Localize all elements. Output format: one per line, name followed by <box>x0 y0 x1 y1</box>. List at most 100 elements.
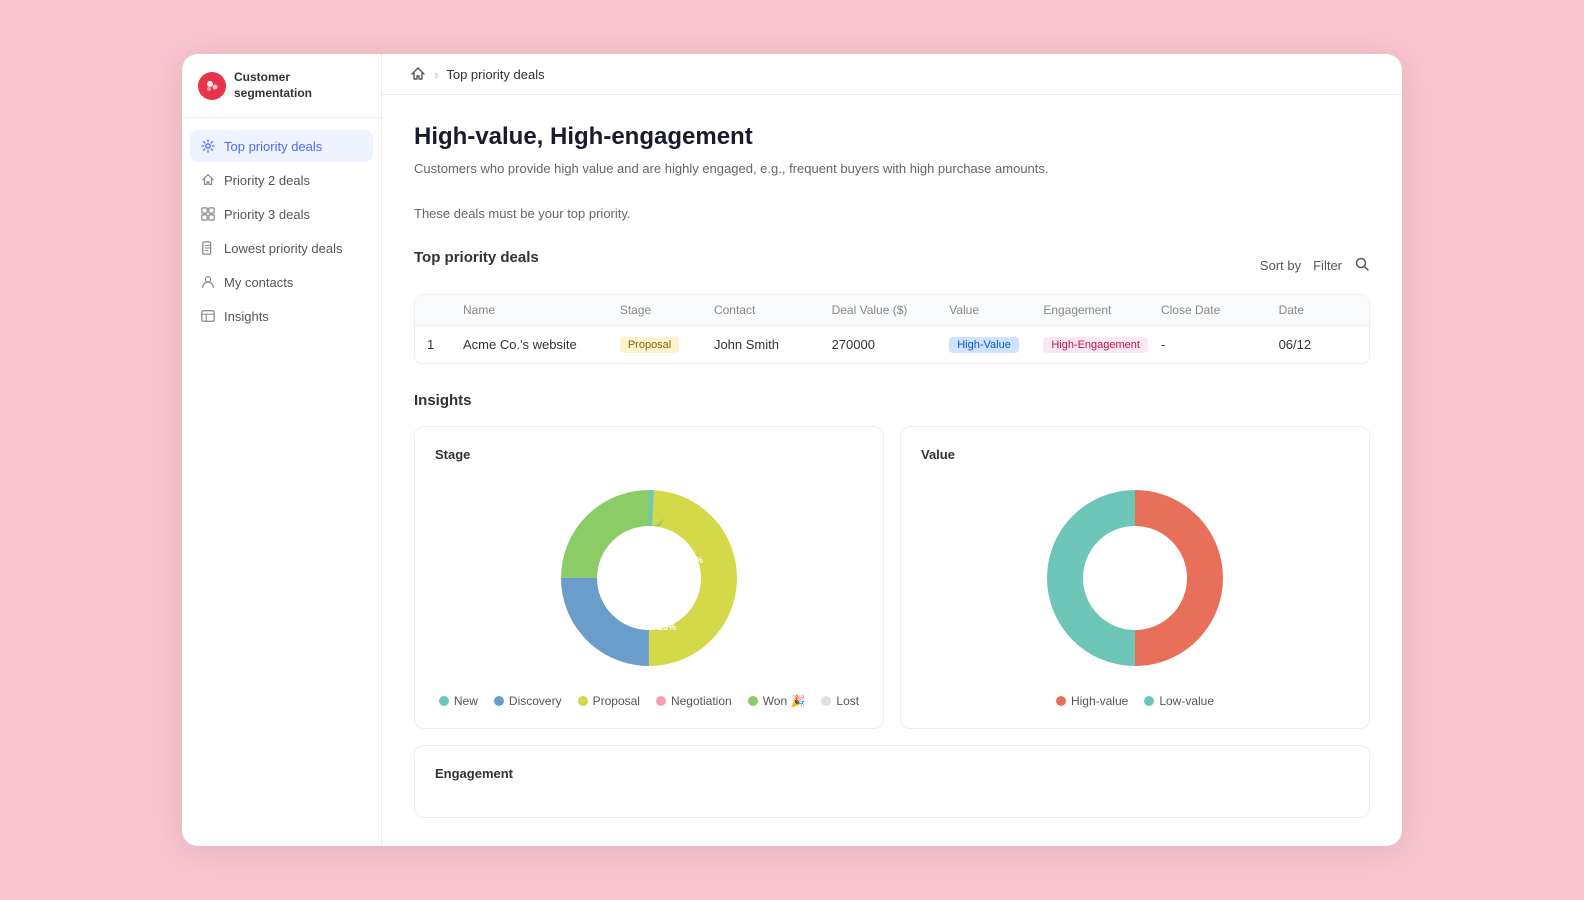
nav-label-priority2: Priority 2 deals <box>224 173 310 188</box>
page-title: High-value, High-engagement <box>414 123 1370 151</box>
page-description-line1: Customers who provide high value and are… <box>414 159 1370 180</box>
legend-proposal: Proposal <box>578 694 640 708</box>
nav-label-top-priority: Top priority deals <box>224 139 322 154</box>
engagement-chart-card: Engagement <box>414 745 1370 818</box>
sidebar-nav: Top priority deals Priority 2 deals <box>182 130 381 830</box>
legend-high-value: High-value <box>1056 694 1128 708</box>
legend-dot-negotiation <box>656 696 666 706</box>
main-content: High-value, High-engagement Customers wh… <box>382 95 1402 846</box>
table-icon <box>200 308 216 324</box>
stage-badge: Proposal <box>620 337 679 353</box>
col-close-date: Close Date <box>1161 303 1279 317</box>
logo-title-line1: Customer <box>234 70 312 86</box>
stage-chart-title: Stage <box>435 447 863 462</box>
breadcrumb-separator: › <box>434 67 438 82</box>
stage-label-discovery: 25% <box>685 555 703 565</box>
row-value: High-Value <box>949 336 1043 353</box>
main-header: › Top priority deals <box>382 54 1402 96</box>
col-index <box>427 303 463 317</box>
legend-label-proposal: Proposal <box>593 694 640 708</box>
sidebar-item-priority2[interactable]: Priority 2 deals <box>190 164 373 196</box>
row-contact: John Smith <box>714 337 832 352</box>
sidebar-logo: Customer segmentation <box>182 70 381 118</box>
row-date: 06/12 <box>1279 337 1357 352</box>
logo-icon <box>198 72 226 100</box>
legend-label-high-value: High-value <box>1071 694 1128 708</box>
row-stage: Proposal <box>620 336 714 353</box>
legend-label-won: Won 🎉 <box>763 694 806 708</box>
row-index: 1 <box>427 337 463 352</box>
sidebar-item-lowest-priority[interactable]: Lowest priority deals <box>190 232 373 264</box>
value-donut-svg: 50% 50% <box>1035 478 1235 678</box>
col-value: Value <box>949 303 1043 317</box>
col-date: Date <box>1279 303 1357 317</box>
legend-label-low-value: Low-value <box>1159 694 1214 708</box>
legend-dot-lost <box>821 696 831 706</box>
engagement-chart-title: Engagement <box>435 766 1349 781</box>
stage-chart-card: Stage <box>414 426 884 729</box>
breadcrumb-home[interactable] <box>410 66 426 83</box>
engagement-badge: High-Engagement <box>1043 337 1148 353</box>
settings-icon <box>200 138 216 154</box>
sidebar-item-top-priority[interactable]: Top priority deals <box>190 130 373 162</box>
col-contact: Contact <box>714 303 832 317</box>
filter-button[interactable]: Filter <box>1313 258 1342 273</box>
legend-lost: Lost <box>821 694 859 708</box>
sort-by-button[interactable]: Sort by <box>1260 258 1301 273</box>
sidebar-item-my-contacts[interactable]: My contacts <box>190 266 373 298</box>
nav-label-insights: Insights <box>224 309 269 324</box>
stage-donut-svg: 0% 25% 50% 25% <box>549 478 749 678</box>
row-name: Acme Co.'s website <box>463 337 620 352</box>
stage-label-won: 25% <box>658 622 676 632</box>
col-stage: Stage <box>620 303 714 317</box>
stage-label-proposal: 50% <box>600 570 618 580</box>
breadcrumb-current: Top priority deals <box>446 67 544 82</box>
sidebar-item-priority3[interactable]: Priority 3 deals <box>190 198 373 230</box>
deals-actions: Sort by Filter <box>1260 256 1370 275</box>
nav-label-priority3: Priority 3 deals <box>224 207 310 222</box>
legend-dot-low-value <box>1144 696 1154 706</box>
sidebar-item-insights[interactable]: Insights <box>190 300 373 332</box>
stage-label-new: 0% <box>642 528 655 538</box>
stage-donut-container: 0% 25% 50% 25% New <box>435 478 863 708</box>
page-description-line2: These deals must be your top priority. <box>414 204 1370 225</box>
value-chart-title: Value <box>921 447 1349 462</box>
row-engagement: High-Engagement <box>1043 336 1161 353</box>
legend-dot-discovery <box>494 696 504 706</box>
person-icon <box>200 274 216 290</box>
house-icon <box>200 172 216 188</box>
legend-dot-new <box>439 696 449 706</box>
file-icon <box>200 240 216 256</box>
col-name: Name <box>463 303 620 317</box>
sidebar: Customer segmentation Top priority deals <box>182 54 382 846</box>
legend-new: New <box>439 694 478 708</box>
value-donut-svg-wrap: 50% 50% <box>1035 478 1235 678</box>
legend-low-value: Low-value <box>1144 694 1214 708</box>
legend-dot-proposal <box>578 696 588 706</box>
insights-section-title: Insights <box>414 392 472 409</box>
deals-section-title: Top priority deals <box>414 249 539 266</box>
value-label-low: 50% <box>1088 575 1106 585</box>
insights-section: Insights Stage <box>414 392 1370 818</box>
legend-label-negotiation: Negotiation <box>671 694 732 708</box>
logo-title-line2: segmentation <box>234 86 312 102</box>
table-row[interactable]: 1 Acme Co.'s website Proposal John Smith… <box>415 326 1369 363</box>
col-engagement: Engagement <box>1043 303 1161 317</box>
legend-label-new: New <box>454 694 478 708</box>
grid-icon <box>200 206 216 222</box>
search-icon[interactable] <box>1354 256 1370 275</box>
nav-label-my-contacts: My contacts <box>224 275 293 290</box>
row-close-date: - <box>1161 337 1279 352</box>
legend-discovery: Discovery <box>494 694 562 708</box>
deals-table: Name Stage Contact Deal Value ($) Value … <box>414 294 1370 364</box>
app-window: Customer segmentation Top priority deals <box>182 54 1402 846</box>
legend-dot-high-value <box>1056 696 1066 706</box>
stage-legend: New Discovery Proposal <box>439 694 859 708</box>
stage-donut-svg-wrap: 0% 25% 50% 25% <box>549 478 749 678</box>
value-label-high: 50% <box>1164 575 1182 585</box>
legend-won: Won 🎉 <box>748 694 806 708</box>
nav-label-lowest-priority: Lowest priority deals <box>224 241 343 256</box>
value-legend: High-value Low-value <box>1056 694 1214 708</box>
legend-label-lost: Lost <box>836 694 859 708</box>
value-donut-container: 50% 50% High-value <box>921 478 1349 708</box>
